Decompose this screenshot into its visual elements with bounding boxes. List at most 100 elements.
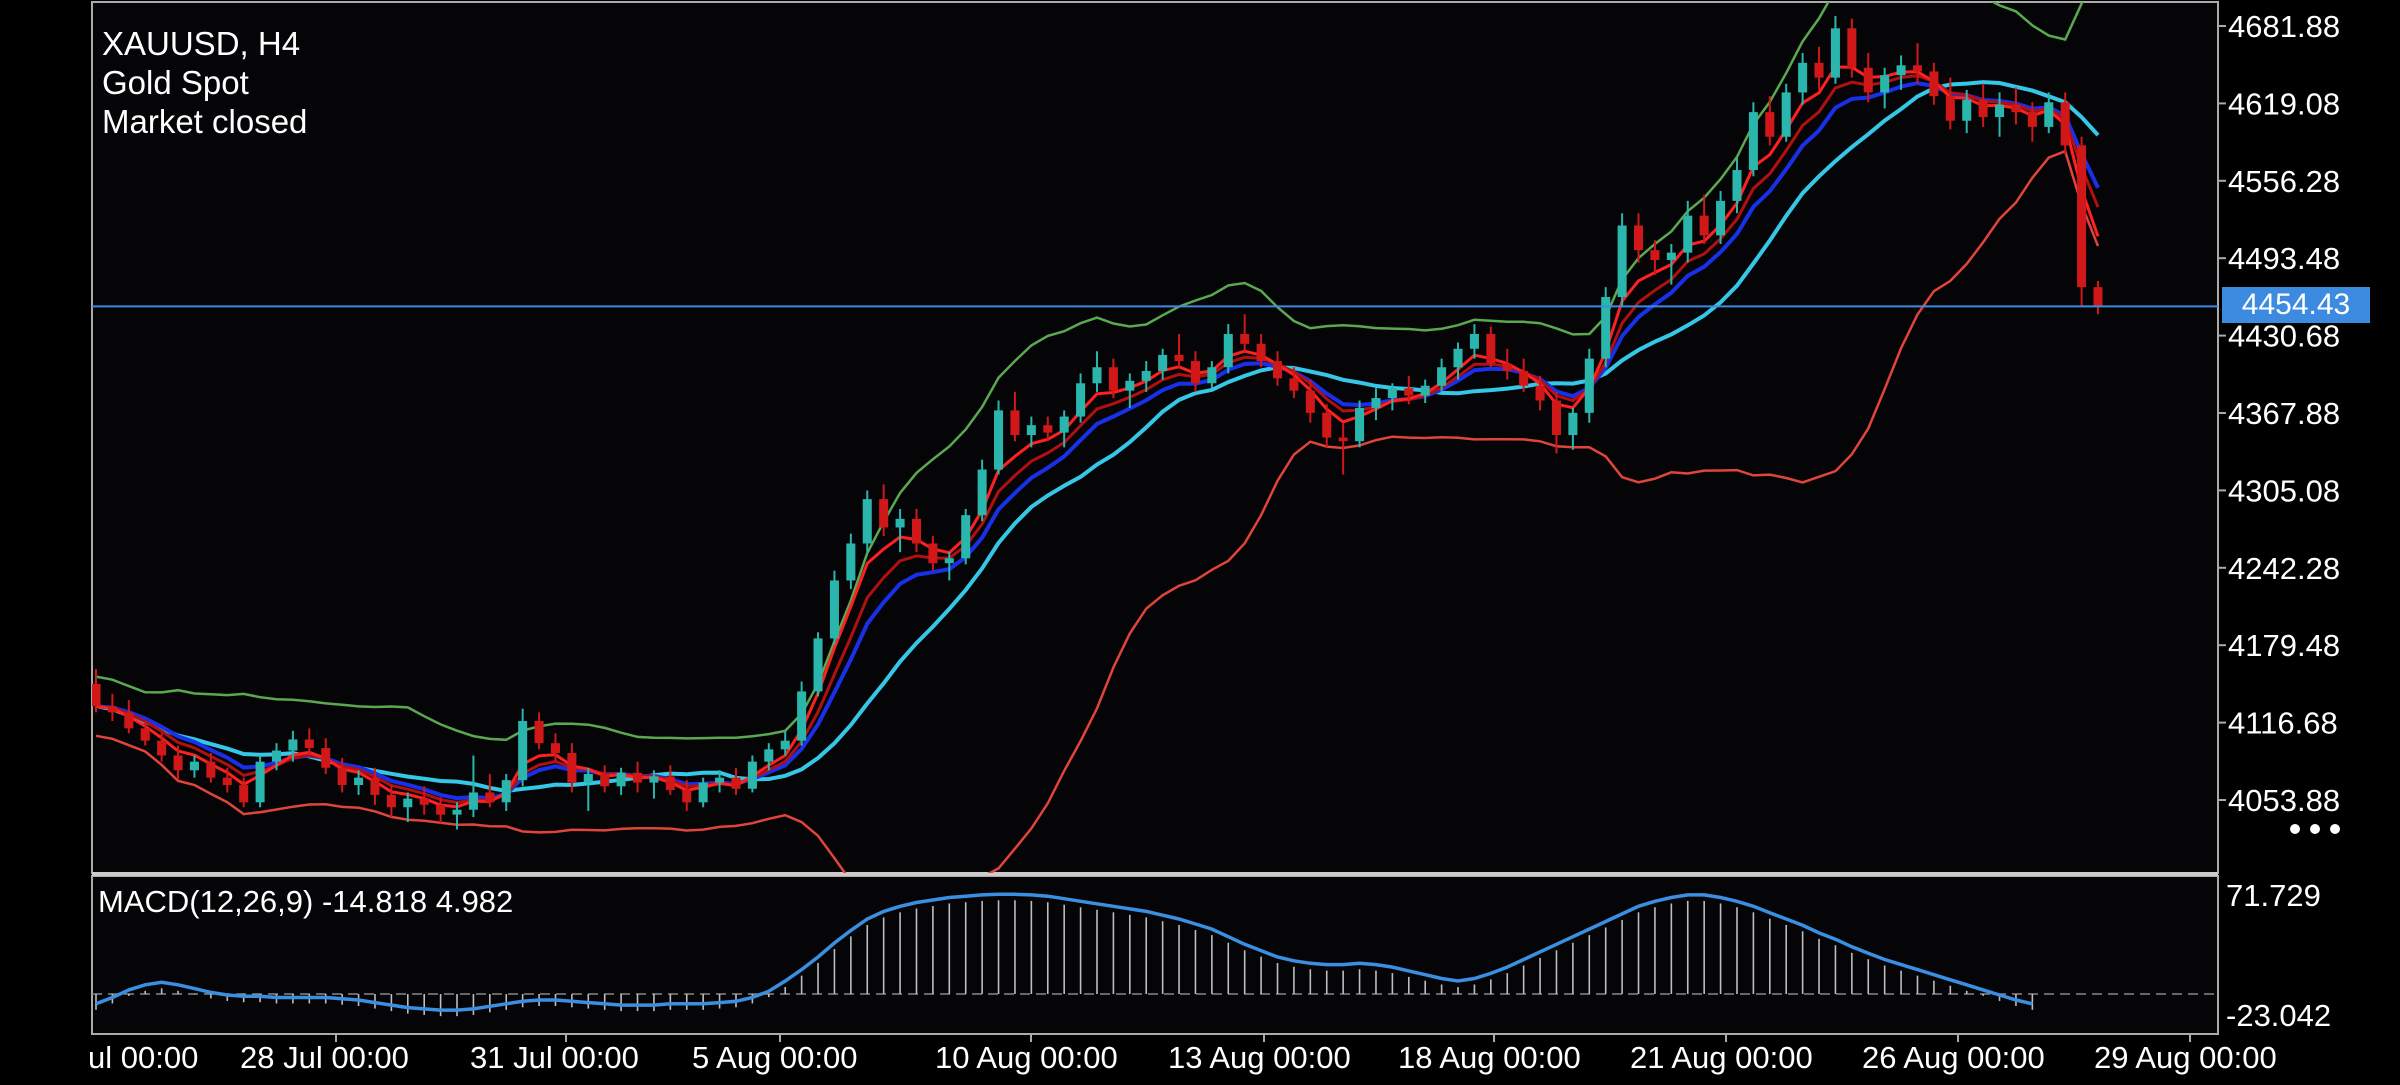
candle-body xyxy=(2044,102,2054,127)
candle-body xyxy=(682,789,692,803)
candle-body xyxy=(1076,383,1086,417)
candle-body xyxy=(1059,416,1069,433)
candle-body xyxy=(1387,388,1397,399)
candle-body xyxy=(1634,225,1644,251)
candle-body xyxy=(1551,400,1561,436)
candle-body xyxy=(1108,367,1118,391)
candle-body xyxy=(124,712,134,729)
candle-body xyxy=(304,739,314,749)
candle-body xyxy=(140,728,150,741)
price-tick-label: 4242.28 xyxy=(2228,551,2340,586)
candle-body xyxy=(649,776,659,783)
candle-body xyxy=(189,761,199,771)
candle-body xyxy=(157,740,167,756)
time-tick-label: ul 00:00 xyxy=(88,1040,198,1075)
price-tick-label: 4367.88 xyxy=(2228,396,2340,431)
candle-body xyxy=(386,794,396,808)
candle-body xyxy=(321,748,331,768)
candle-body xyxy=(1289,378,1299,391)
time-tick-label: 26 Aug 00:00 xyxy=(1862,1040,2045,1075)
market-status: Market closed xyxy=(102,103,308,140)
candle-body xyxy=(1683,215,1693,253)
more-dots-icon[interactable] xyxy=(2290,824,2340,834)
candle-body xyxy=(1371,398,1381,408)
candle-body xyxy=(1732,170,1742,201)
candle-body xyxy=(1338,437,1348,442)
candle-body xyxy=(1026,425,1036,436)
candle-body xyxy=(583,773,593,783)
candle-body xyxy=(1945,96,1955,121)
candle-body xyxy=(1305,390,1315,413)
candle-body xyxy=(829,580,839,639)
candle-body xyxy=(1748,112,1758,171)
candle-body xyxy=(1420,385,1430,396)
candle-body xyxy=(1190,361,1200,384)
time-tick-label: 31 Jul 00:00 xyxy=(470,1040,639,1075)
candle-body xyxy=(1978,99,1988,118)
chart-window[interactable]: 4681.88 4619.08 4556.28 4493.48 4430.68 4367.… xyxy=(0,0,2400,1080)
candle-body xyxy=(764,749,774,762)
macd-tick-label: 71.729 xyxy=(2226,878,2321,913)
price-tick-label: 4053.88 xyxy=(2228,783,2340,818)
candle-body xyxy=(1092,367,1102,384)
candle-body xyxy=(1584,358,1594,413)
candle-body xyxy=(550,743,560,754)
candle-body xyxy=(1814,62,1824,78)
symbol-label: XAUUSD, H4 xyxy=(102,25,301,62)
candle-body xyxy=(1355,407,1365,442)
candle-body xyxy=(1502,363,1512,371)
candle-body xyxy=(1453,348,1463,368)
candle-body xyxy=(1240,333,1250,344)
candle-body xyxy=(1699,215,1709,236)
candle-body xyxy=(452,809,462,815)
candle-body xyxy=(616,772,626,787)
candle-body xyxy=(419,798,429,805)
symbol-info: XAUUSD, H4 Gold Spot Market closed xyxy=(102,24,307,141)
candle-body xyxy=(1158,354,1168,371)
time-tick-label: 29 Aug 00:00 xyxy=(2094,1040,2277,1075)
candle-body xyxy=(911,518,922,544)
price-tick-label: 4116.68 xyxy=(2228,706,2338,741)
price-tick-label: 4681.88 xyxy=(2228,9,2340,44)
candle-body xyxy=(961,515,971,559)
candle-body xyxy=(1469,333,1479,349)
candle-body xyxy=(337,767,347,786)
candle-body xyxy=(534,720,544,744)
candle-body xyxy=(846,543,856,581)
candle-body xyxy=(665,776,675,790)
candle-body xyxy=(698,782,708,803)
candle-body xyxy=(107,706,117,713)
candle-body xyxy=(354,777,364,786)
candle-body xyxy=(944,558,954,564)
candle-body xyxy=(1256,343,1266,362)
candle-body xyxy=(862,499,872,544)
candle-body xyxy=(436,804,446,815)
candle-body xyxy=(1798,62,1808,93)
candle-body xyxy=(1125,380,1135,391)
price-tick-label: 4430.68 xyxy=(2228,319,2340,354)
candle-body xyxy=(222,777,232,786)
candle-body xyxy=(1322,412,1332,438)
price-tick-label: 4556.28 xyxy=(2228,164,2340,199)
candle-body xyxy=(518,720,528,781)
candle-body xyxy=(206,761,216,778)
candle-body xyxy=(1486,333,1496,364)
candle-body xyxy=(747,761,757,789)
candle-body xyxy=(1272,361,1283,379)
candle-body xyxy=(92,683,101,707)
price-tick-label: 4493.48 xyxy=(2228,241,2340,276)
candle-body xyxy=(1765,112,1775,137)
candle-body xyxy=(1781,92,1791,137)
candle-body xyxy=(1912,65,1923,72)
candle-body xyxy=(485,792,495,803)
candle-body xyxy=(1223,333,1233,368)
candle-body xyxy=(879,499,889,528)
time-tick-label: 13 Aug 00:00 xyxy=(1168,1040,1351,1075)
time-tick-label: 5 Aug 00:00 xyxy=(692,1040,858,1075)
macd-label: MACD(12,26,9) -14.818 4.982 xyxy=(98,884,514,919)
candle-body xyxy=(288,739,298,751)
candle-body xyxy=(1141,370,1151,381)
candle-body xyxy=(1896,65,1906,76)
macd-tick-label: -23.042 xyxy=(2226,998,2331,1033)
candle-body xyxy=(468,792,478,810)
